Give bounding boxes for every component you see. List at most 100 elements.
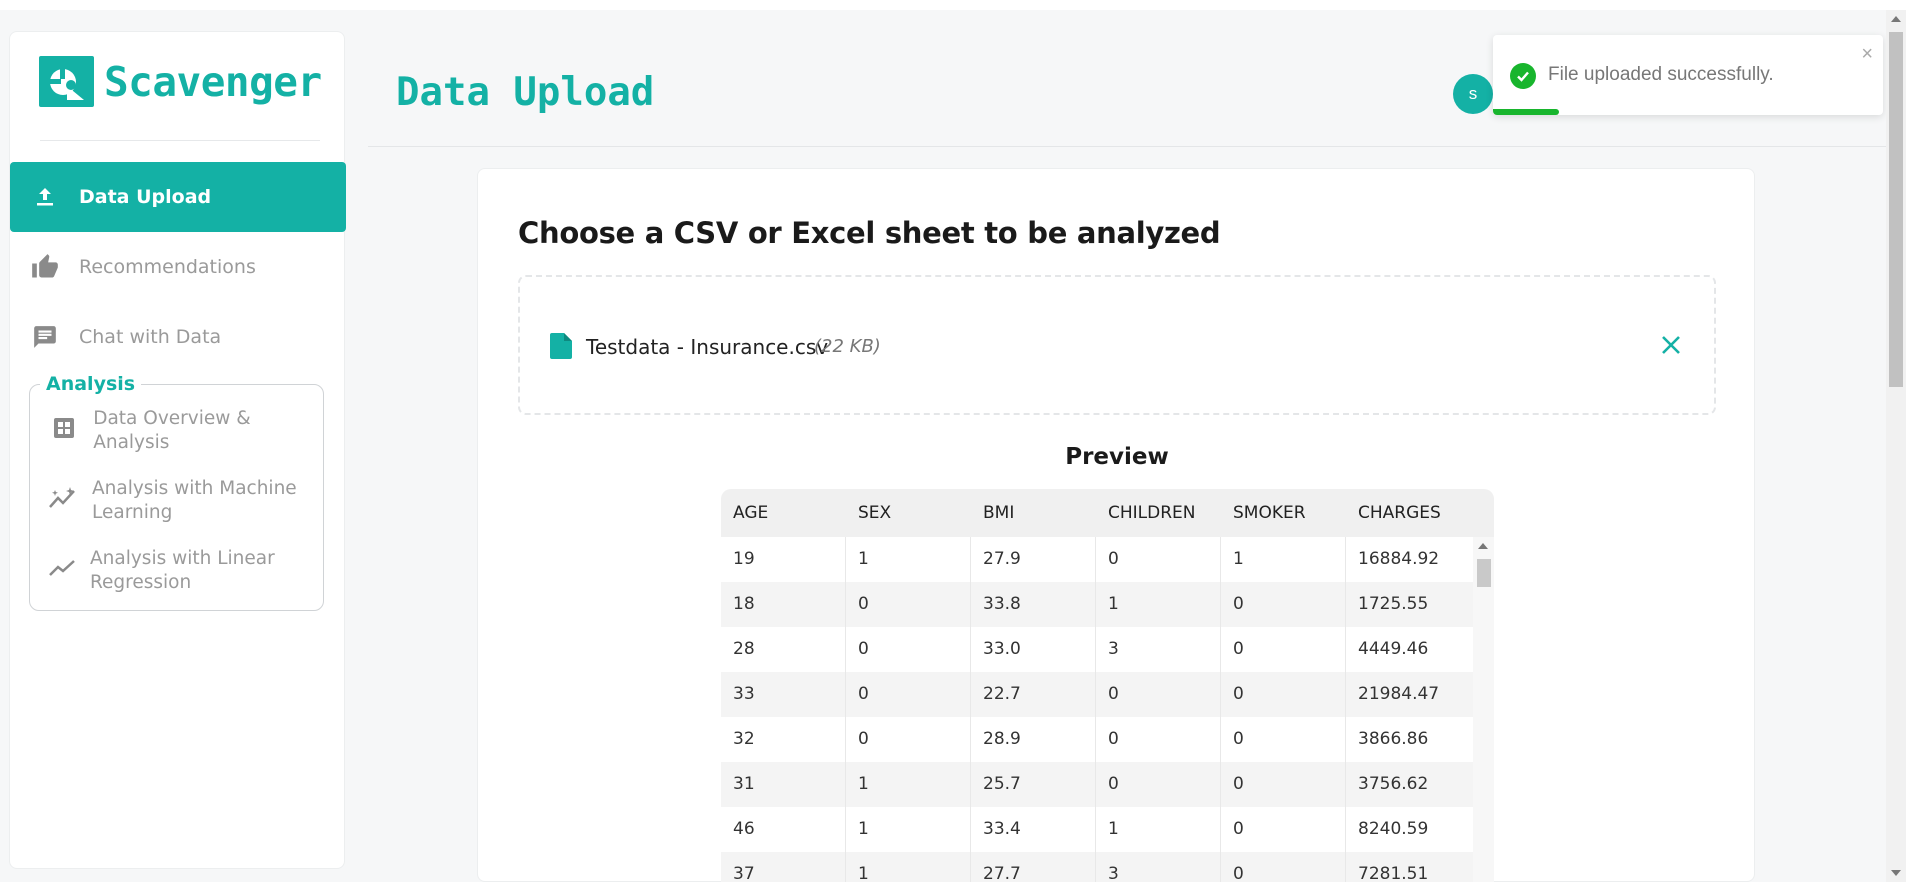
sidebar: Scavenger Data Upload Recommendations Ch… [9, 31, 346, 869]
table-cell: 33.0 [971, 627, 1096, 672]
uploaded-file-name: Testdata - Insurance.csv [586, 335, 829, 359]
table-cell: 3756.62 [1358, 774, 1429, 794]
table-cell: 1 [1221, 537, 1346, 582]
column-header: CHARGES [1358, 503, 1441, 523]
table-cell: 21984.47 [1358, 684, 1440, 704]
sidebar-item-label: Analysis with Linear Regression [90, 548, 275, 593]
page-title: Data Upload [396, 70, 655, 115]
table-cell: 1 [846, 537, 971, 582]
table-cell: 28 [721, 627, 846, 672]
close-icon [1662, 336, 1680, 354]
table-cell: 1 [846, 852, 971, 882]
table-cell: 33 [721, 672, 846, 717]
table-cell: 0 [1221, 717, 1346, 762]
table-cell: 32 [721, 717, 846, 762]
check-circle-icon [1510, 63, 1536, 89]
column-header: SEX [858, 503, 892, 523]
scroll-up-arrow-icon[interactable] [1891, 16, 1901, 22]
sidebar-item-label: Data Overview & Analysis [93, 408, 251, 453]
scroll-up-arrow-icon[interactable] [1478, 543, 1488, 549]
page-scrollbar[interactable] [1886, 10, 1906, 882]
table-cell: 0 [1221, 807, 1346, 852]
table-cell: 1 [1096, 582, 1221, 627]
table-cell: 0 [846, 627, 971, 672]
table-row: 19 1 27.9 0 1 16884.92 [721, 537, 1473, 582]
file-icon [550, 333, 572, 364]
grid-icon [48, 411, 79, 445]
uploaded-file-size: (22 KB) [814, 336, 881, 357]
table-cell: 28.9 [971, 717, 1096, 762]
table-cell: 0 [846, 582, 971, 627]
table-header: AGE SEX BMI CHILDREN SMOKER CHARGES [721, 489, 1494, 537]
file-dropzone[interactable]: Testdata - Insurance.csv (22 KB) [518, 275, 1716, 415]
thumbs-up-icon [30, 252, 60, 282]
table-cell: 0 [1096, 717, 1221, 762]
upload-title: Choose a CSV or Excel sheet to be analyz… [518, 216, 1221, 250]
sidebar-item-label: Recommendations [79, 256, 256, 278]
table-cell: 3866.86 [1358, 729, 1429, 749]
sidebar-item-machine-learning[interactable]: Analysis with Machine Learning [48, 477, 313, 525]
table-cell: 4449.46 [1358, 639, 1429, 659]
app-logo[interactable]: Scavenger [39, 56, 322, 107]
preview-table: AGE SEX BMI CHILDREN SMOKER CHARGES 19 1 27.9 0 1… [721, 489, 1494, 882]
browser-top-strip [0, 0, 1906, 10]
analysis-group-title: Analysis [40, 373, 142, 395]
sidebar-item-label: Data Upload [79, 186, 212, 208]
preview-title: Preview [1065, 444, 1169, 470]
table-cell: 0 [846, 717, 971, 762]
table-row: 33 0 22.7 0 0 21984.47 [721, 672, 1473, 717]
table-cell: 31 [721, 762, 846, 807]
sidebar-item-data-upload[interactable]: Data Upload [10, 162, 346, 232]
table-cell: 33.4 [971, 807, 1096, 852]
table-row: 37 1 27.7 3 0 7281.51 [721, 852, 1473, 882]
remove-file-button[interactable] [1658, 332, 1684, 358]
user-avatar[interactable]: s [1453, 74, 1493, 114]
table-cell: 27.7 [971, 852, 1096, 882]
table-row: 18 0 33.8 1 0 1725.55 [721, 582, 1473, 627]
table-cell: 0 [1096, 537, 1221, 582]
table-cell: 3 [1096, 627, 1221, 672]
table-cell: 18 [721, 582, 846, 627]
table-cell: 0 [1221, 672, 1346, 717]
page-scroll-thumb[interactable] [1889, 32, 1903, 387]
table-cell: 0 [1221, 762, 1346, 807]
sidebar-item-linear-regression[interactable]: Analysis with Linear Regression [48, 547, 313, 595]
table-scroll-thumb[interactable] [1477, 559, 1491, 587]
table-cell: 1 [846, 807, 971, 852]
table-cell: 25.7 [971, 762, 1096, 807]
toast-message: File uploaded successfully. [1548, 64, 1774, 85]
table-cell: 19 [721, 537, 846, 582]
table-scrollbar[interactable] [1473, 537, 1494, 882]
sidebar-item-data-overview[interactable]: Data Overview & Analysis [48, 407, 313, 455]
column-header: CHILDREN [1108, 503, 1196, 523]
table-row: 46 1 33.4 1 0 8240.59 [721, 807, 1473, 852]
table-cell: 1725.55 [1358, 594, 1429, 614]
table-cell: 0 [1221, 852, 1346, 882]
upload-icon [30, 182, 60, 212]
sidebar-item-label: Analysis with Machine Learning [92, 478, 297, 523]
table-row: 32 0 28.9 0 0 3866.86 [721, 717, 1473, 762]
table-cell: 33.8 [971, 582, 1096, 627]
toast-close-button[interactable]: × [1861, 43, 1873, 66]
chat-icon [30, 322, 60, 352]
table-cell: 16884.92 [1358, 549, 1440, 569]
upload-card: Choose a CSV or Excel sheet to be analyz… [477, 168, 1755, 882]
sidebar-item-recommendations[interactable]: Recommendations [10, 232, 346, 302]
sparkle-trend-icon [48, 481, 78, 515]
trend-line-icon [48, 551, 76, 585]
sidebar-item-label: Chat with Data [79, 326, 222, 348]
table-cell: 0 [1221, 627, 1346, 672]
toast-progress-track [1493, 109, 1883, 115]
table-cell: 37 [721, 852, 846, 882]
column-header: SMOKER [1233, 503, 1306, 523]
table-cell: 0 [1221, 582, 1346, 627]
column-header: BMI [983, 503, 1015, 523]
sidebar-item-chat-with-data[interactable]: Chat with Data [10, 302, 346, 372]
table-cell: 1 [846, 762, 971, 807]
table-cell: 7281.51 [1358, 864, 1429, 882]
column-header: AGE [733, 503, 769, 523]
analysis-group: Analysis Data Overview & Analysis Analys… [29, 373, 324, 611]
table-cell: 0 [846, 672, 971, 717]
scroll-down-arrow-icon[interactable] [1891, 870, 1901, 876]
table-cell: 27.9 [971, 537, 1096, 582]
